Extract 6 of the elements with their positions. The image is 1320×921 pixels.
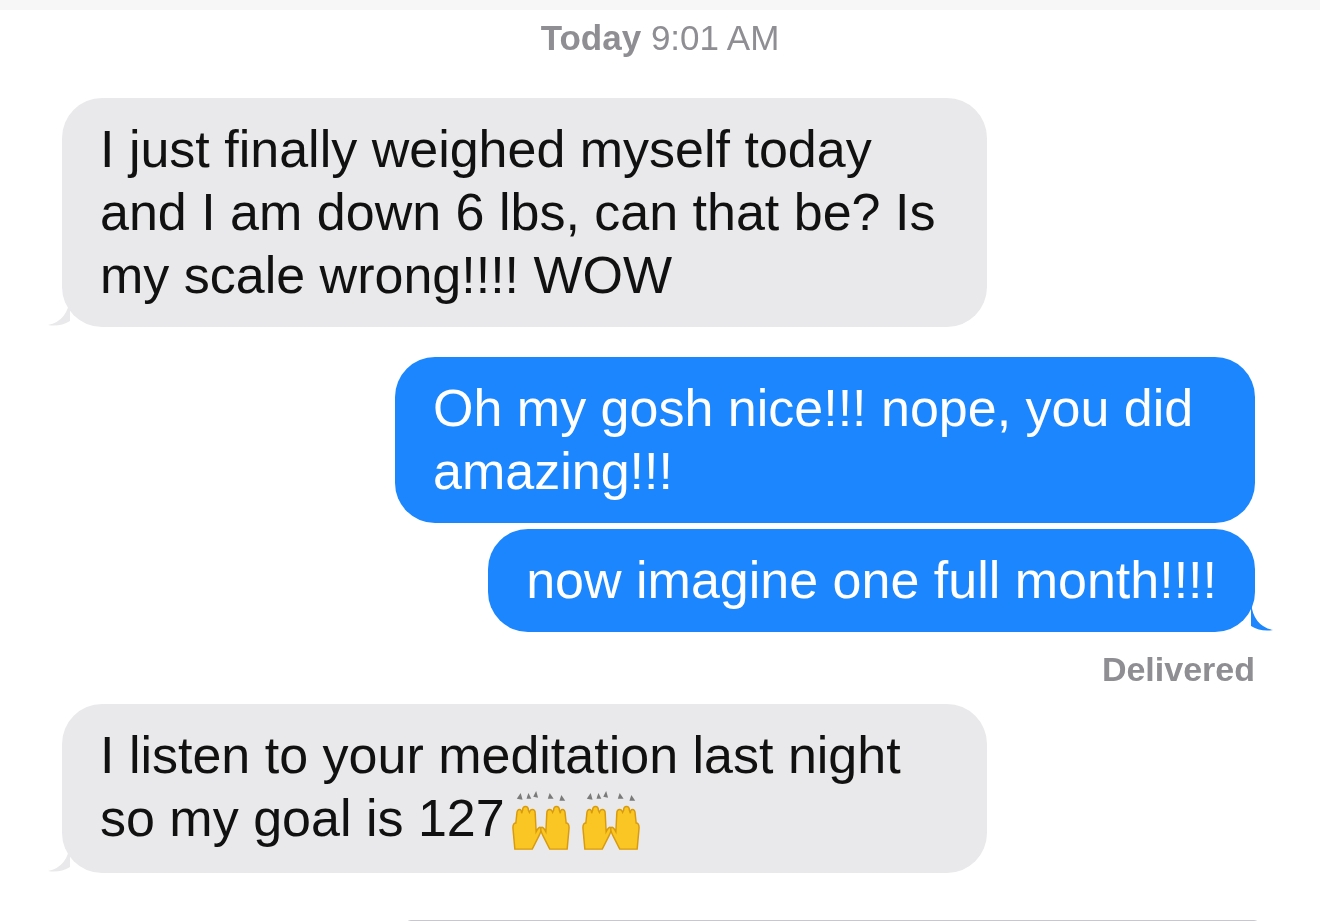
message-bubble: I just finally weighed myself today and I am down 6 lbs, can that be? Is my scale wrong!!!! WOW bbox=[62, 98, 987, 327]
timestamp: Today 9:01 AM bbox=[540, 18, 780, 59]
message-bubble: Oh my gosh nice!!! nope, you did amazing!!! bbox=[395, 357, 1255, 523]
delivery-status: Delivered bbox=[1101, 649, 1255, 689]
message-bubble: I listen to your meditation last night so my goal is 127 bbox=[62, 704, 987, 874]
message-bubble: now imagine one full month!!!! bbox=[488, 529, 1255, 632]
